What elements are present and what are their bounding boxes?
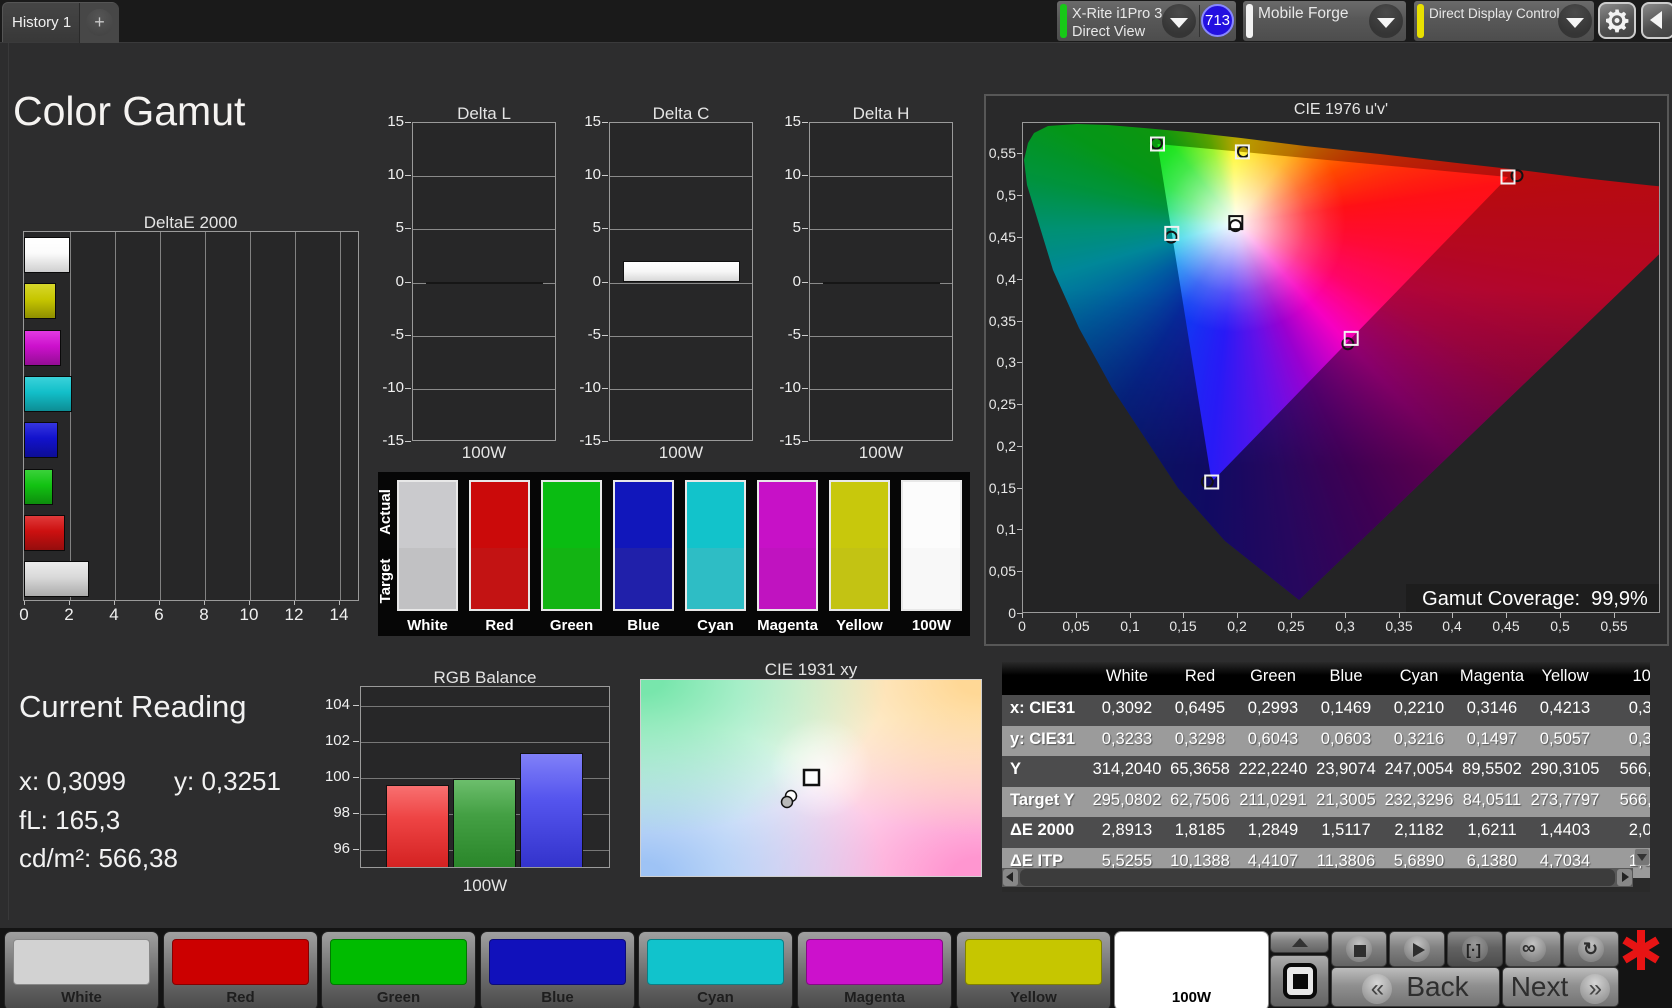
svg-text:Actual: Actual: [378, 489, 394, 535]
svg-text:Target: Target: [378, 559, 394, 604]
